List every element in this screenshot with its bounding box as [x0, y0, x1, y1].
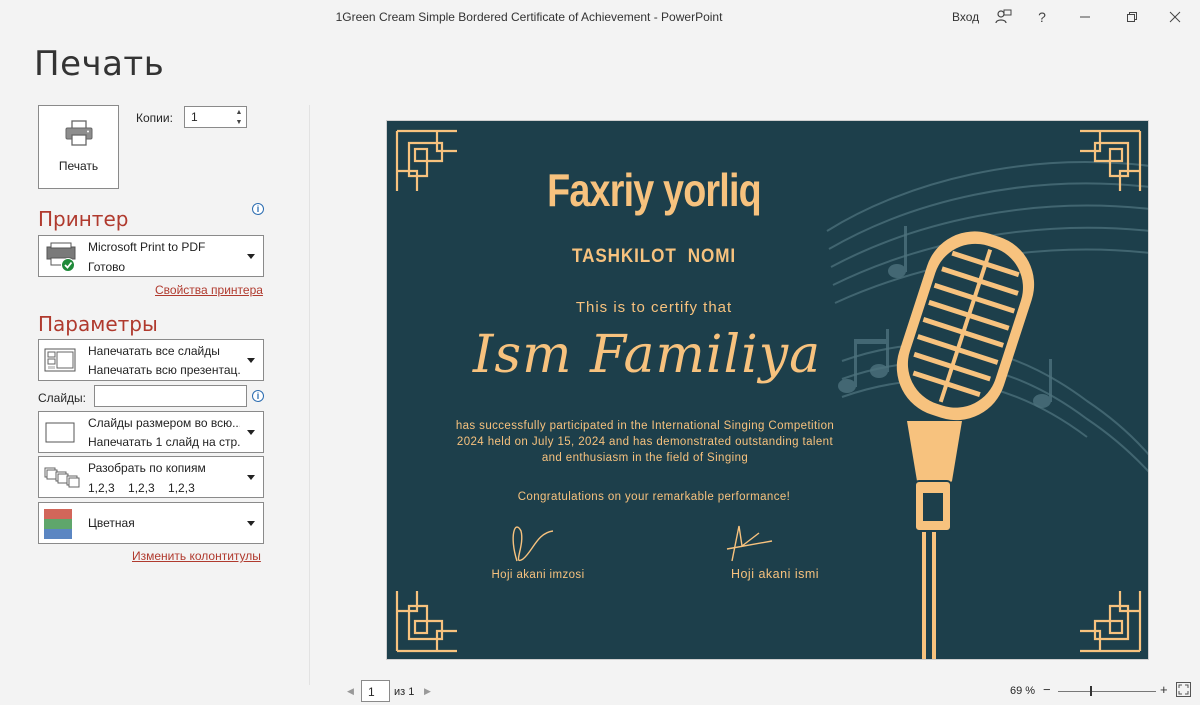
- fit-to-window-icon[interactable]: [1176, 682, 1191, 697]
- chevron-down-icon[interactable]: ▼: [236, 119, 243, 126]
- print-layout-label: Слайды размером во всю...: [88, 416, 240, 430]
- page-number-input[interactable]: 1: [361, 680, 390, 702]
- info-icon[interactable]: i: [252, 390, 264, 402]
- printer-name: Microsoft Print to PDF: [88, 240, 206, 254]
- collate-icon: [44, 467, 80, 488]
- copies-value: 1: [191, 110, 198, 124]
- slides-input[interactable]: [94, 385, 247, 407]
- certificate-body: has successfully participated in the Int…: [455, 420, 835, 464]
- printer-device-icon: [46, 242, 76, 272]
- printer-icon: [65, 120, 92, 146]
- next-page-icon[interactable]: ▶: [424, 686, 431, 697]
- recipient-name: Ism Familiya: [472, 325, 822, 385]
- minimize-icon[interactable]: [1072, 5, 1098, 29]
- copies-spin-buttons[interactable]: ▲ ▼: [233, 107, 245, 127]
- copies-stepper[interactable]: 1 ▲ ▼: [184, 106, 247, 128]
- settings-heading: Параметры: [38, 312, 158, 336]
- print-range-description: Напечатать всю презентац...: [88, 363, 240, 377]
- slides-label: Слайды:: [38, 391, 87, 405]
- color-dropdown[interactable]: Цветная: [38, 502, 264, 544]
- help-icon[interactable]: ?: [1029, 5, 1055, 29]
- print-layout-dropdown[interactable]: Слайды размером во всю... Напечатать 1 с…: [38, 411, 264, 453]
- close-icon[interactable]: [1162, 5, 1188, 29]
- printer-status: Готово: [88, 260, 126, 274]
- chevron-down-icon: [247, 358, 255, 363]
- signature-scribbles: [512, 525, 773, 562]
- title-bar: 1Green Cream Simple Bordered Certificate…: [0, 0, 1200, 34]
- zoom-out-button[interactable]: −: [1043, 682, 1051, 697]
- slide-preview: Faxriy yorliq TASHKILOT NOMI This is to …: [386, 120, 1149, 660]
- organization-name: TASHKILOT NOMI: [572, 246, 736, 267]
- restore-icon[interactable]: [1119, 5, 1145, 29]
- color-swatch-icon: [44, 509, 72, 539]
- previous-page-icon[interactable]: ◀: [347, 686, 354, 697]
- print-range-label: Напечатать все слайды: [88, 344, 220, 358]
- copies-label: Копии:: [136, 111, 173, 125]
- info-icon[interactable]: i: [252, 203, 264, 215]
- certificate-title: Faxriy yorliq: [547, 164, 761, 216]
- page-count: из 1: [394, 686, 415, 698]
- edit-header-footer-link[interactable]: Изменить колонтитулы: [132, 549, 261, 563]
- collate-label: Разобрать по копиям: [88, 461, 206, 475]
- chevron-down-icon: [247, 521, 255, 526]
- print-button[interactable]: Печать: [38, 105, 119, 189]
- collate-dropdown[interactable]: Разобрать по копиям 1,2,3 1,2,3 1,2,3: [38, 456, 264, 498]
- congratulations-text: Congratulations on your remarkable perfo…: [517, 491, 791, 503]
- help-glyph: ?: [1038, 9, 1046, 25]
- chevron-up-icon[interactable]: ▲: [236, 109, 243, 116]
- signature-label: Hoji akani imzosi: [491, 569, 585, 581]
- full-page-slide-icon: [45, 422, 75, 443]
- certify-text: This is to certify that: [575, 299, 733, 316]
- color-label: Цветная: [88, 516, 135, 530]
- panel-divider: [309, 105, 310, 685]
- zoom-slider-thumb[interactable]: [1090, 686, 1092, 696]
- chevron-down-icon: [247, 430, 255, 435]
- printer-properties-link[interactable]: Свойства принтера: [155, 283, 263, 297]
- print-layout-description: Напечатать 1 слайд на стр...: [88, 435, 240, 449]
- microphone-illustration: [896, 231, 1035, 659]
- page-title: Печать: [34, 44, 165, 84]
- user-feedback-icon[interactable]: [990, 5, 1016, 29]
- collate-order: 1,2,3 1,2,3 1,2,3: [88, 481, 195, 495]
- zoom-level[interactable]: 69 %: [1010, 685, 1035, 697]
- zoom-in-button[interactable]: +: [1160, 682, 1168, 697]
- chevron-down-icon: [247, 254, 255, 259]
- window-title: 1Green Cream Simple Bordered Certificate…: [335, 10, 723, 24]
- sign-in-link[interactable]: Вход: [952, 10, 979, 24]
- chevron-down-icon: [247, 475, 255, 480]
- printer-heading: Принтер: [38, 207, 129, 231]
- print-button-label: Печать: [58, 159, 99, 173]
- signatory-name: Hoji akani ismi: [730, 567, 820, 581]
- printer-dropdown[interactable]: Microsoft Print to PDF Готово: [38, 235, 264, 277]
- zoom-slider[interactable]: [1058, 691, 1156, 692]
- print-range-dropdown[interactable]: Напечатать все слайды Напечатать всю пре…: [38, 339, 264, 381]
- all-slides-icon: [44, 348, 76, 372]
